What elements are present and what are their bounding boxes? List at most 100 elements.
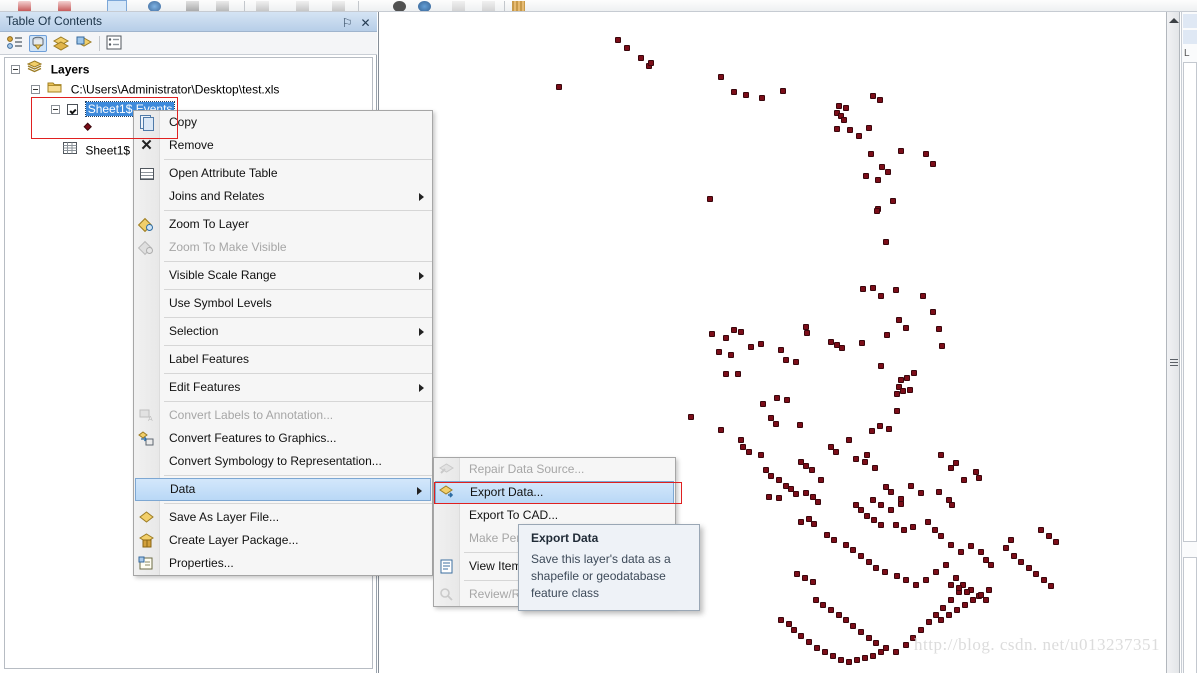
map-point[interactable] <box>953 460 959 466</box>
map-point[interactable] <box>1046 533 1052 539</box>
map-point[interactable] <box>815 499 821 505</box>
map-point[interactable] <box>814 645 820 651</box>
map-point[interactable] <box>836 103 842 109</box>
map-point[interactable] <box>962 602 968 608</box>
map-point[interactable] <box>866 635 872 641</box>
toolbar-icon-identify[interactable] <box>186 1 199 11</box>
map-point[interactable] <box>839 345 845 351</box>
map-point[interactable] <box>978 549 984 555</box>
menu-item-create-layer-package[interactable]: Create Layer Package... <box>134 529 432 552</box>
map-point[interactable] <box>834 126 840 132</box>
menu-item-save-as-layer-file[interactable]: Save As Layer File... <box>134 506 432 529</box>
menu-item-label-features[interactable]: Label Features <box>134 348 432 371</box>
map-point[interactable] <box>759 95 765 101</box>
map-point[interactable] <box>874 208 880 214</box>
map-point[interactable] <box>953 575 959 581</box>
map-point[interactable] <box>932 527 938 533</box>
menu-item-zoom-to-layer[interactable]: Zoom To Layer <box>134 213 432 236</box>
close-icon[interactable]: ✕ <box>358 16 373 31</box>
map-point[interactable] <box>968 543 974 549</box>
map-point[interactable] <box>884 332 890 338</box>
map-point[interactable] <box>866 559 872 565</box>
toolbar-icon-eyedropper[interactable] <box>482 1 495 11</box>
map-point[interactable] <box>896 317 902 323</box>
map-point[interactable] <box>1048 583 1054 589</box>
map-point[interactable] <box>936 489 942 495</box>
map-point[interactable] <box>976 475 982 481</box>
map-point[interactable] <box>846 437 852 443</box>
map-point[interactable] <box>776 495 782 501</box>
map-point[interactable] <box>833 449 839 455</box>
map-point[interactable] <box>784 397 790 403</box>
map-point[interactable] <box>883 239 889 245</box>
map-point[interactable] <box>850 547 856 553</box>
map-point[interactable] <box>958 549 964 555</box>
map-point[interactable] <box>866 125 872 131</box>
map-point[interactable] <box>983 597 989 603</box>
map-point[interactable] <box>862 459 868 465</box>
submenu-item-export-data[interactable]: Export Data... <box>435 481 674 504</box>
map-point[interactable] <box>791 627 797 633</box>
map-point[interactable] <box>1038 527 1044 533</box>
toc-tool-list-by-visibility[interactable] <box>52 35 70 52</box>
map-point[interactable] <box>723 335 729 341</box>
map-point[interactable] <box>870 497 876 503</box>
map-point[interactable] <box>858 507 864 513</box>
map-point[interactable] <box>806 639 812 645</box>
map-point[interactable] <box>888 489 894 495</box>
map-point[interactable] <box>820 602 826 608</box>
map-point[interactable] <box>901 527 907 533</box>
menu-item-use-symbol-levels[interactable]: Use Symbol Levels <box>134 292 432 315</box>
map-point[interactable] <box>798 519 804 525</box>
map-point[interactable] <box>1041 577 1047 583</box>
map-point[interactable] <box>760 401 766 407</box>
map-point[interactable] <box>978 592 984 598</box>
map-point[interactable] <box>949 502 955 508</box>
map-point[interactable] <box>910 524 916 530</box>
map-point[interactable] <box>783 357 789 363</box>
toolbar-icon-find[interactable] <box>256 1 269 11</box>
map-point[interactable] <box>918 490 924 496</box>
map-point[interactable] <box>688 414 694 420</box>
map-point[interactable] <box>831 537 837 543</box>
tree-row-sheet1-table[interactable]: Sheet1$ <box>63 141 130 160</box>
map-point[interactable] <box>856 133 862 139</box>
main-toolbar-strip[interactable] <box>0 0 1197 12</box>
map-point[interactable] <box>936 326 942 332</box>
tree-row-layers[interactable]: Layers <box>11 60 89 79</box>
map-point[interactable] <box>841 117 847 123</box>
map-point[interactable] <box>875 177 881 183</box>
map-point[interactable] <box>850 623 856 629</box>
map-point[interactable] <box>707 196 713 202</box>
map-point[interactable] <box>648 60 654 66</box>
toolbar-icon-hyperlink[interactable] <box>296 1 309 11</box>
right-panel-splitter[interactable] <box>1166 12 1180 673</box>
map-point[interactable] <box>836 612 842 618</box>
menu-item-selection[interactable]: Selection <box>134 320 432 343</box>
map-point[interactable] <box>872 465 878 471</box>
map-point[interactable] <box>1008 537 1014 543</box>
map-point[interactable] <box>735 371 741 377</box>
map-point[interactable] <box>930 309 936 315</box>
map-point[interactable] <box>894 408 900 414</box>
map-point[interactable] <box>938 617 944 623</box>
map-point[interactable] <box>898 501 904 507</box>
map-point[interactable] <box>846 659 852 665</box>
map-point[interactable] <box>964 589 970 595</box>
map-point[interactable] <box>878 522 884 528</box>
menu-item-copy[interactable]: Copy <box>134 111 432 134</box>
toolbar-icon-pen[interactable] <box>452 1 465 11</box>
toc-tool-options[interactable] <box>106 35 124 52</box>
toc-tool-list-by-selection[interactable] <box>75 35 93 52</box>
map-point[interactable] <box>774 395 780 401</box>
map-point[interactable] <box>925 519 931 525</box>
map-point[interactable] <box>885 169 891 175</box>
map-point[interactable] <box>870 653 876 659</box>
map-point[interactable] <box>798 633 804 639</box>
map-point[interactable] <box>908 483 914 489</box>
map-point[interactable] <box>811 521 817 527</box>
map-point[interactable] <box>804 330 810 336</box>
map-point[interactable] <box>638 55 644 61</box>
map-point[interactable] <box>748 344 754 350</box>
map-point[interactable] <box>758 452 764 458</box>
